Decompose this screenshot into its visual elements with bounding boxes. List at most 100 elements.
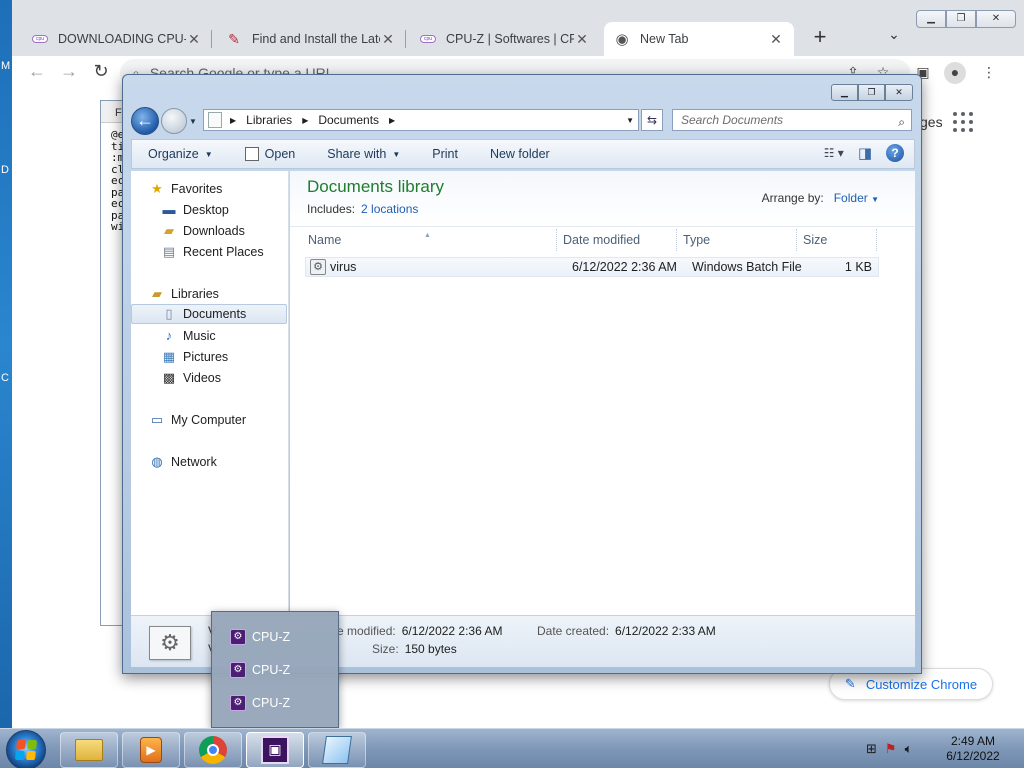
pencil-icon: ✎ <box>844 676 856 691</box>
chevron-right-icon[interactable]: ▶ <box>302 116 308 125</box>
cpuz-window-item[interactable]: ⚙ CPU-Z <box>230 626 290 648</box>
batch-file-icon: ⚙ <box>310 259 326 275</box>
forward-arrow-icon[interactable]: → <box>56 60 82 84</box>
organize-button[interactable]: Organize ▼ <box>132 147 229 161</box>
forward-arrow-icon[interactable] <box>161 108 187 134</box>
column-size[interactable]: Size <box>797 229 877 251</box>
file-type: Windows Batch File <box>692 260 802 274</box>
file-list-pane: Documents library Includes: 2 locations A… <box>290 171 915 615</box>
desktop-icon: ▬ <box>162 202 176 217</box>
address-bar[interactable]: ▶ Libraries ▶ Documents ▶ ▼ <box>203 109 639 131</box>
network-tray-icon[interactable]: ⊞ <box>866 741 877 757</box>
details-date-modified: e modified: 6/12/2022 2:36 AM <box>337 624 503 638</box>
libraries-icon: ▰ <box>152 286 162 301</box>
media-player-icon: ▶ <box>140 737 162 763</box>
table-row[interactable]: ⚙ virus 6/12/2022 2:36 AM Windows Batch … <box>305 257 879 277</box>
nav-favorites[interactable]: ★ Favorites <box>149 179 222 199</box>
tab-new-tab[interactable]: ◉ New Tab ✕ <box>604 22 794 56</box>
tab-search-icon[interactable]: ⌄ <box>882 26 906 50</box>
nav-pictures[interactable]: ▦ Pictures <box>161 347 228 367</box>
close-icon[interactable]: ✕ <box>885 84 913 101</box>
menu-kebab-icon[interactable]: ⋮ <box>978 62 1000 84</box>
start-button[interactable] <box>6 730 46 768</box>
breadcrumb-libraries[interactable]: Libraries <box>246 113 292 127</box>
star-icon: ★ <box>151 181 163 196</box>
maximize-icon[interactable]: ❐ <box>858 84 885 101</box>
reload-icon[interactable]: ↻ <box>88 60 114 84</box>
locations-link[interactable]: 2 locations <box>361 202 418 216</box>
tab-find-install[interactable]: ✎ Find and Install the Late ✕ <box>216 22 406 56</box>
videos-icon: ▩ <box>162 370 176 385</box>
preview-pane-icon[interactable]: ◨ <box>858 144 872 162</box>
maximize-icon[interactable]: ❐ <box>946 10 976 28</box>
share-with-button[interactable]: Share with ▼ <box>311 147 416 161</box>
taskbar-media-player-button[interactable]: ▶ <box>122 732 180 768</box>
navigation-pane: ★ Favorites ▬ Desktop ▰ Downloads ▤ Recent P… <box>131 171 289 615</box>
view-options-icon[interactable]: ☷ ▾ <box>824 146 844 160</box>
taskbar-explorer-button[interactable] <box>60 732 118 768</box>
taskbar-thumbnail-list: ⚙ CPU-Z ⚙ CPU-Z ⚙ CPU-Z <box>211 611 339 728</box>
column-name[interactable]: Name ▲ <box>302 229 557 251</box>
print-button[interactable]: Print <box>416 147 474 161</box>
action-center-flag-icon[interactable]: ⚑ <box>885 741 897 757</box>
chevron-right-icon[interactable]: ▶ <box>230 116 236 125</box>
breadcrumb-documents[interactable]: Documents <box>318 113 379 127</box>
explorer-window: ▁ ❐ ✕ ← ▼ ▶ Libraries ▶ Documents ▶ ▼ ⇆ … <box>122 74 922 674</box>
tab-title: DOWNLOADING CPU-Z <box>58 32 186 46</box>
tab-cpuz-softwares[interactable]: cpu CPU-Z | Softwares | CPU ✕ <box>410 22 600 56</box>
nav-documents[interactable]: ▯ Documents <box>131 304 287 324</box>
search-placeholder: Search Documents <box>681 113 784 127</box>
refresh-icon[interactable]: ⇆ <box>641 109 663 131</box>
command-bar: Organize ▼ Open Share with ▼ Print New fol… <box>131 139 915 169</box>
cpuz-window-item[interactable]: ⚙ CPU-Z <box>230 659 290 681</box>
taskbar-cpuz-button[interactable]: ▣ <box>246 732 304 768</box>
minimize-icon[interactable]: ▁ <box>916 10 946 28</box>
help-icon[interactable]: ? <box>886 144 904 162</box>
chevron-down-icon[interactable]: ▼ <box>626 116 634 125</box>
close-icon[interactable]: ✕ <box>380 31 396 48</box>
back-arrow-icon[interactable]: ← <box>24 60 50 84</box>
system-clock[interactable]: 2:49 AM 6/12/2022 <box>940 734 1006 764</box>
desktop-label: M <box>1 60 11 72</box>
nav-recent-places[interactable]: ▤ Recent Places <box>161 242 264 262</box>
nav-my-computer[interactable]: ▭ My Computer <box>149 410 246 430</box>
column-date-modified[interactable]: Date modified <box>557 229 677 251</box>
search-input[interactable]: Search Documents ⌕ <box>672 109 912 131</box>
close-icon[interactable]: ✕ <box>574 31 590 48</box>
new-folder-button[interactable]: New folder <box>474 147 566 161</box>
chevron-down-icon[interactable]: ▼ <box>189 117 199 126</box>
nav-videos[interactable]: ▩ Videos <box>161 368 221 388</box>
nav-network[interactable]: ◍ Network <box>149 452 217 472</box>
new-tab-button[interactable]: + <box>806 24 834 52</box>
chrome-window-controls: ▁ ❐ ✕ <box>916 10 1016 28</box>
open-button[interactable]: Open <box>229 147 312 161</box>
taskbar-chrome-button[interactable] <box>184 732 242 768</box>
profile-icon[interactable]: ● <box>944 62 966 84</box>
apps-grid-icon[interactable] <box>953 112 973 132</box>
nav-libraries[interactable]: ▰ Libraries <box>149 284 219 304</box>
nav-music[interactable]: ♪ Music <box>161 326 216 346</box>
clock-time: 2:49 AM <box>950 734 996 748</box>
arrange-by-dropdown[interactable]: Folder ▼ <box>834 191 879 205</box>
arrange-by: Arrange by: Folder ▼ <box>761 191 879 205</box>
minimize-icon[interactable]: ▁ <box>831 84 858 101</box>
back-arrow-icon[interactable]: ← <box>131 107 159 135</box>
tab-downloading-cpuz[interactable]: cpu DOWNLOADING CPU-Z ✕ <box>22 22 212 56</box>
taskbar-notepad-button[interactable] <box>308 732 366 768</box>
file-date-modified: 6/12/2022 2:36 AM <box>572 260 677 274</box>
cpuz-window-item[interactable]: ⚙ CPU-Z <box>230 692 290 714</box>
chevron-down-icon: ▼ <box>204 149 213 159</box>
search-icon[interactable]: ⌕ <box>898 112 905 132</box>
cpuz-icon: cpu <box>420 31 436 47</box>
column-type[interactable]: Type <box>677 229 797 251</box>
close-icon[interactable]: ✕ <box>768 31 784 48</box>
volume-icon[interactable]: 🔈︎ <box>905 741 913 757</box>
desktop-label: C <box>1 372 9 384</box>
close-icon[interactable]: ✕ <box>976 10 1016 28</box>
nav-desktop[interactable]: ▬ Desktop <box>161 200 229 220</box>
file-name: virus <box>330 260 357 274</box>
ntp-link-partial[interactable]: ges <box>920 114 943 130</box>
close-icon[interactable]: ✕ <box>186 31 202 48</box>
nav-downloads[interactable]: ▰ Downloads <box>161 221 245 241</box>
chevron-right-icon[interactable]: ▶ <box>389 116 395 125</box>
